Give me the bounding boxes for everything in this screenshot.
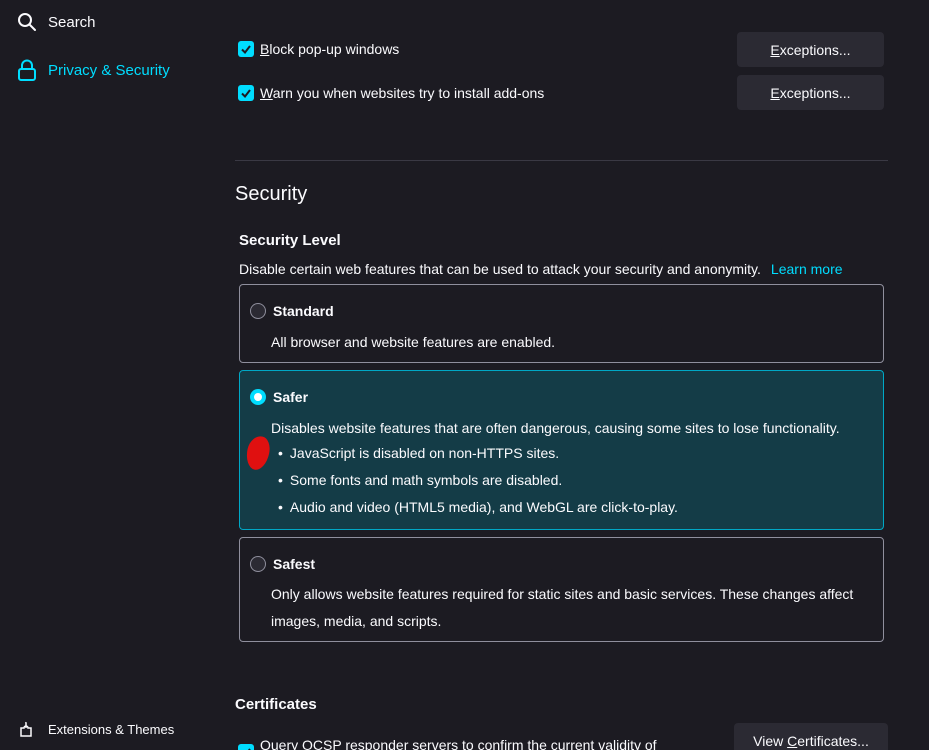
preferences-page: Search Privacy & Security Extensions & T… [0, 0, 929, 750]
certificates-heading: Certificates [235, 696, 317, 713]
warn-addons-row[interactable]: Warn you when websites try to install ad… [238, 85, 544, 101]
safer-title-row: Safer [250, 389, 308, 405]
ocsp-label: Query OCSP responder servers to confirm … [260, 737, 657, 750]
sidebar-item-label: Search [48, 13, 96, 31]
warn-addons-checkbox[interactable] [238, 85, 254, 101]
safer-bullet: Audio and video (HTML5 media), and WebGL… [278, 499, 678, 515]
section-divider [235, 160, 888, 161]
lock-icon [16, 59, 38, 81]
safer-bullet: JavaScript is disabled on non-HTTPS site… [278, 445, 559, 461]
security-level-safest[interactable]: Safest Only allows website features requ… [239, 537, 884, 642]
ocsp-checkbox[interactable] [238, 744, 254, 750]
check-icon [241, 89, 251, 99]
safest-description-line2: images, media, and scripts. [271, 613, 442, 629]
sidebar: Search Privacy & Security Extensions & T… [0, 0, 200, 750]
standard-title: Standard [273, 303, 334, 319]
block-popups-row[interactable]: Block pop-up windows [238, 41, 399, 57]
safer-radio[interactable] [250, 389, 266, 405]
safest-description-line1: Only allows website features required fo… [271, 586, 854, 602]
safer-bullet: Some fonts and math symbols are disabled… [278, 472, 562, 488]
sidebar-item-label: Privacy & Security [48, 61, 170, 79]
safer-description: Disables website features that are often… [271, 420, 840, 436]
safest-radio[interactable] [250, 556, 266, 572]
view-certificates-button[interactable]: View Certificates... [734, 723, 888, 750]
safest-title: Safest [273, 556, 316, 572]
security-level-heading: Security Level [239, 232, 341, 249]
popup-exceptions-button[interactable]: Exceptions... [737, 32, 884, 67]
sidebar-item-extensions[interactable]: Extensions & Themes [16, 718, 174, 740]
search-icon [16, 11, 38, 33]
security-level-safer[interactable]: Safer Disables website features that are… [239, 370, 884, 530]
check-icon [247, 748, 251, 750]
safest-title-row: Safest [250, 556, 315, 572]
standard-description: All browser and website features are ena… [271, 334, 556, 350]
security-level-description: Disable certain web features that can be… [239, 261, 843, 277]
sidebar-item-search[interactable]: Search [16, 11, 96, 33]
warn-addons-label: Warn you when websites try to install ad… [260, 85, 545, 101]
block-popups-label: Block pop-up windows [260, 41, 400, 57]
security-level-standard[interactable]: Standard All browser and website feature… [239, 284, 884, 363]
block-popups-checkbox[interactable] [238, 41, 254, 57]
check-icon [241, 45, 251, 55]
sidebar-item-label: Extensions & Themes [48, 721, 175, 737]
addon-exceptions-button[interactable]: Exceptions... [737, 75, 884, 110]
learn-more-link[interactable]: Learn more [771, 261, 843, 277]
standard-radio[interactable] [250, 303, 266, 319]
puzzle-icon [16, 718, 38, 740]
standard-title-row: Standard [250, 303, 334, 319]
security-heading: Security [235, 183, 308, 205]
safer-title: Safer [273, 389, 309, 405]
sidebar-item-privacy[interactable]: Privacy & Security [16, 59, 170, 81]
ocsp-row[interactable]: Query OCSP responder servers to confirm … [238, 730, 657, 750]
